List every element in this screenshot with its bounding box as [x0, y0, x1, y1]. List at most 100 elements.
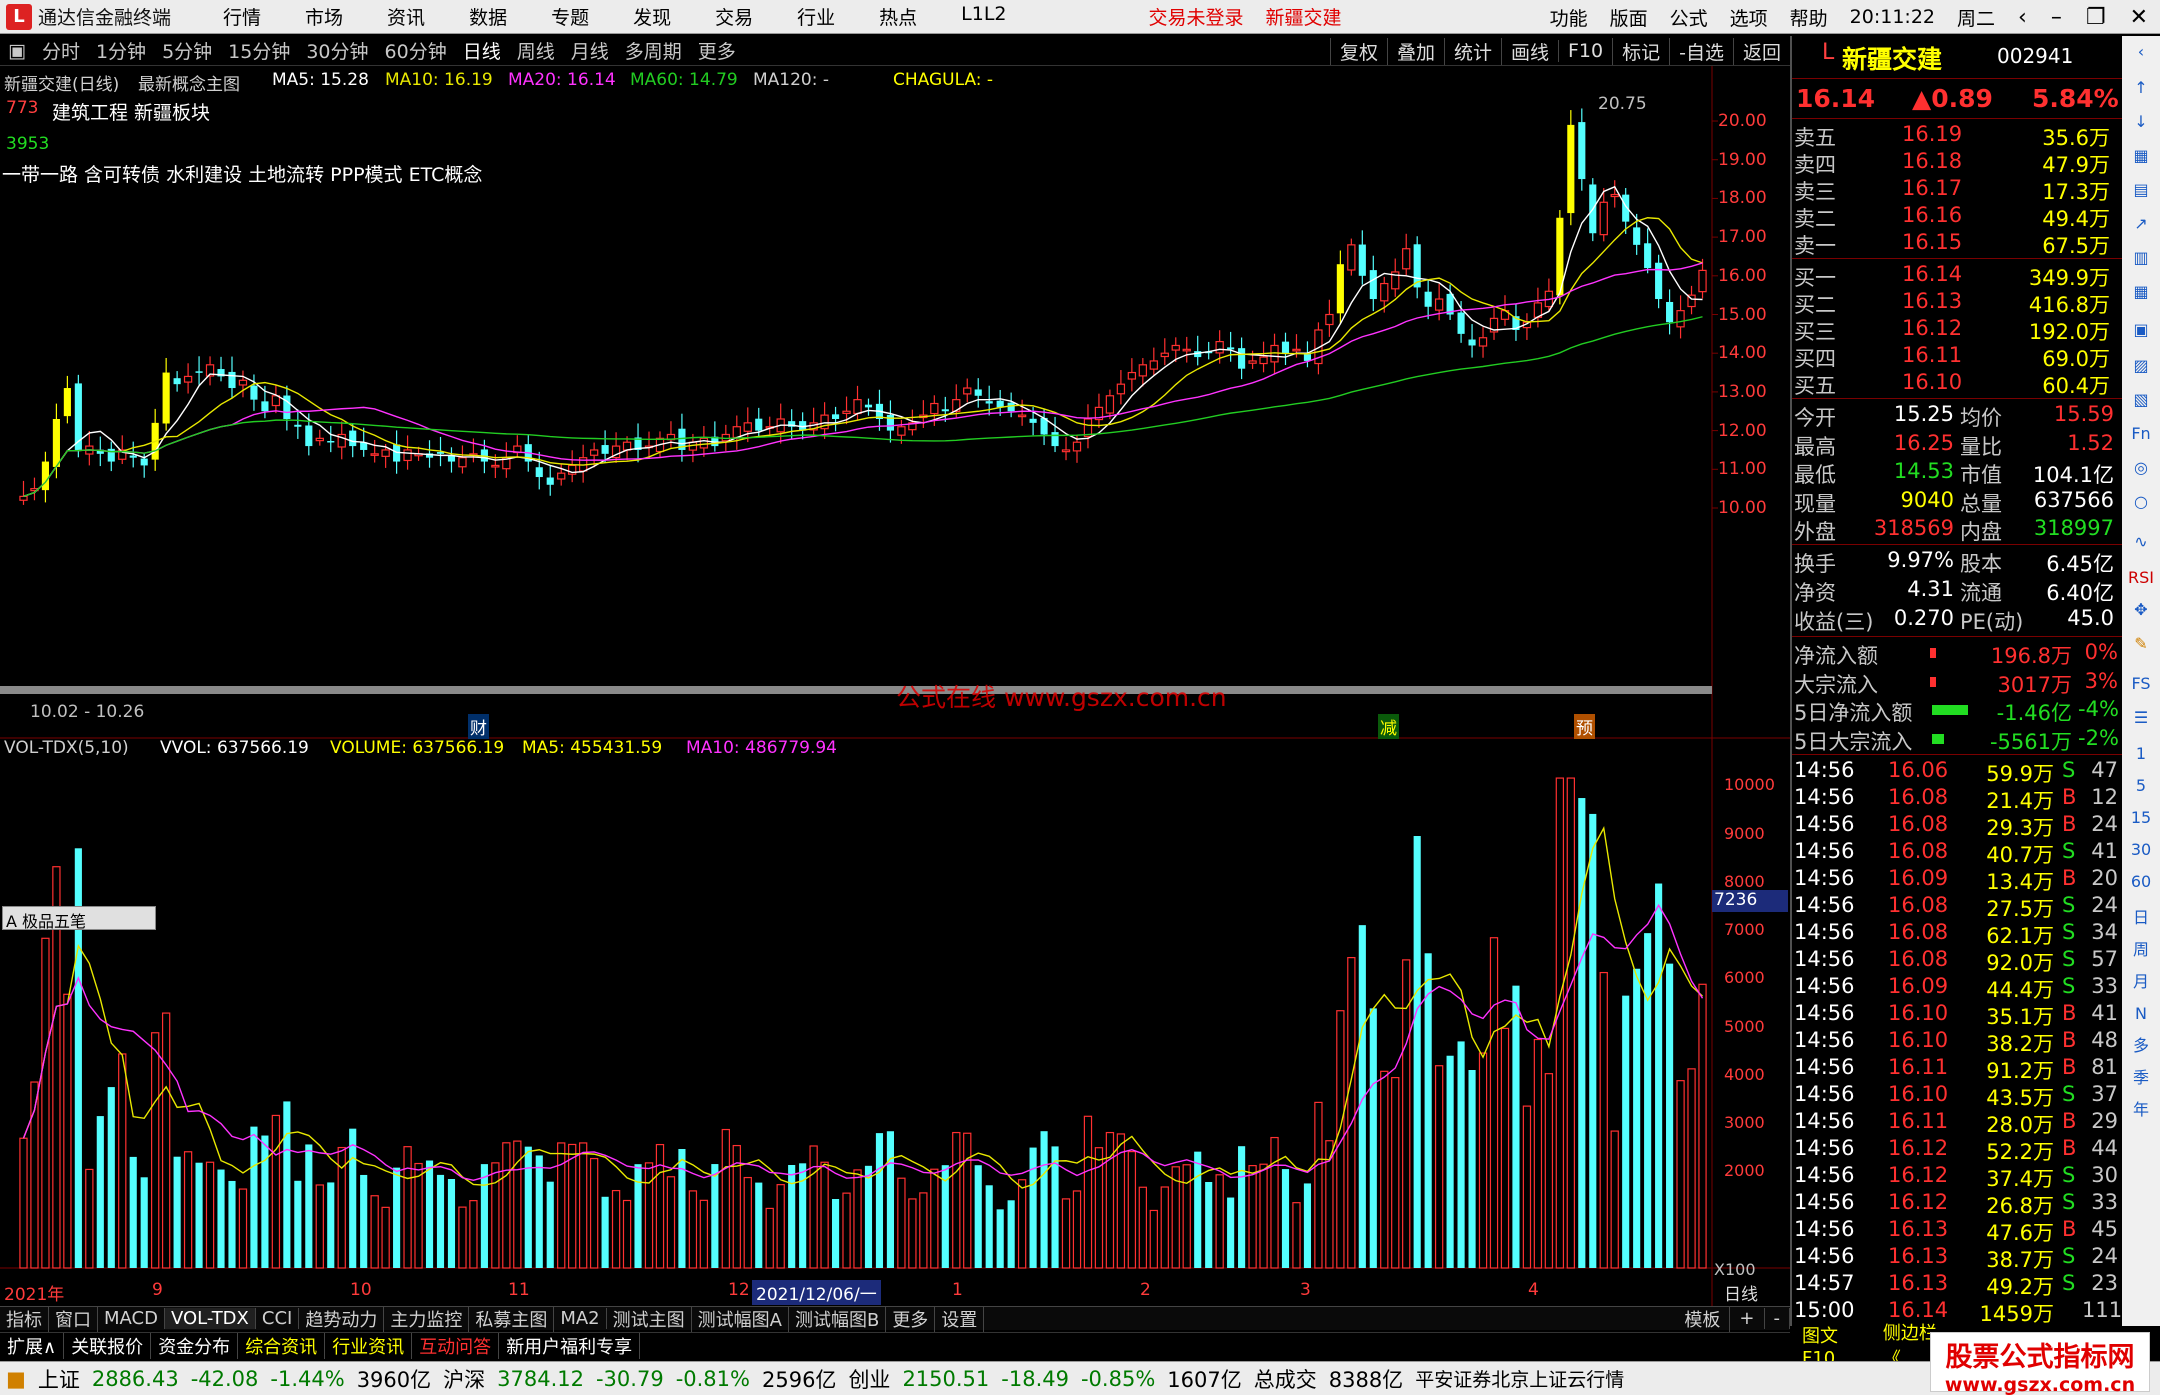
table-icon[interactable]: ▦ — [2128, 280, 2154, 304]
sh-label[interactable]: 上证 — [38, 1364, 80, 1394]
indicator-tab[interactable]: MACD — [98, 1308, 165, 1329]
period-n-icon[interactable]: N — [2128, 1002, 2154, 1026]
indicator-tab[interactable]: 测试幅图B — [789, 1305, 887, 1332]
circle-icon[interactable]: ○ — [2128, 490, 2154, 514]
chart-svg[interactable] — [0, 66, 1790, 1306]
tick-row[interactable]: 14:56 16.13 38.7万 S 24 — [1792, 1244, 2122, 1272]
indicator-tab[interactable]: 设置 — [935, 1305, 985, 1332]
back-icon[interactable]: ‹ — [2006, 5, 2039, 30]
up-arrow-icon[interactable]: ↑ — [2128, 76, 2154, 100]
zoom-icon[interactable]: ▨ — [2128, 354, 2154, 378]
marker-jian[interactable]: 减 — [1378, 714, 1399, 739]
tick-row[interactable]: 14:56 16.13 47.6万 B 45 — [1792, 1217, 2122, 1245]
tick-row[interactable]: 14:56 16.08 40.7万 S 41 — [1792, 839, 2122, 867]
period-multi-icon[interactable]: 多 — [2128, 1034, 2154, 1058]
stat-row[interactable]: 今开 15.25 均价 15.59 — [1792, 402, 2122, 430]
chart-icon[interactable]: ↗ — [2128, 212, 2154, 236]
ask-row[interactable]: 卖四 16.18 47.9万 — [1792, 149, 2122, 177]
tick-row[interactable]: 14:56 16.08 92.0万 S 57 — [1792, 947, 2122, 975]
tf-60min[interactable]: 60分钟 — [377, 37, 455, 64]
btn-tongji[interactable]: 统计 — [1443, 37, 1501, 65]
btn-biaoji[interactable]: 标记 — [1612, 37, 1669, 65]
stat-row[interactable]: 现量 9040 总量 637566 — [1792, 488, 2122, 516]
login-status[interactable]: 交易未登录 — [1149, 3, 1244, 30]
period-1-icon[interactable]: 1 — [2128, 742, 2154, 766]
stat-row[interactable]: 最高 16.25 量比 1.52 — [1792, 431, 2122, 459]
btn-f10[interactable]: F10 — [1558, 40, 1612, 62]
btn-zixuan[interactable]: -自选 — [1669, 37, 1733, 65]
collapse-icon[interactable]: ‹ — [2128, 40, 2154, 64]
menu-redian[interactable]: 热点 — [857, 3, 939, 30]
period-month-icon[interactable]: 月 — [2128, 970, 2154, 994]
info-tab[interactable]: 扩展∧ — [0, 1332, 65, 1359]
tf-5min[interactable]: 5分钟 — [154, 37, 220, 64]
tick-row[interactable]: 14:56 16.11 91.2万 B 81 — [1792, 1055, 2122, 1083]
kline-chart-area[interactable]: 新疆交建(日线) 最新概念主图 MA5: 15.28 MA10: 16.19 M… — [0, 66, 1790, 1306]
menu-zixun[interactable]: 资讯 — [365, 3, 447, 30]
indicator-tab[interactable]: CCI — [256, 1308, 300, 1329]
period-60-icon[interactable]: 60 — [2128, 870, 2154, 894]
stat-row[interactable]: 净资 4.31 流通 6.40亿 — [1792, 577, 2122, 605]
move-icon[interactable]: ✥ — [2128, 598, 2154, 622]
bid-row[interactable]: 买一 16.14 349.9万 — [1792, 262, 2122, 290]
rsi-icon[interactable]: RSI — [2128, 566, 2154, 590]
bars-icon[interactable]: ▥ — [2128, 246, 2154, 270]
info-tab[interactable]: 资金分布 — [151, 1332, 239, 1359]
indicator-tab[interactable]: 指标 — [0, 1305, 49, 1332]
concept-list[interactable]: 一带一路 含可转债 水利建设 土地流转 PPP模式 ETC概念 — [2, 160, 482, 187]
info-tab[interactable]: 互动问答 — [412, 1332, 500, 1359]
cy-label[interactable]: 创业 — [848, 1364, 890, 1394]
minimize-icon[interactable]: – — [2039, 5, 2074, 30]
book-icon[interactable]: ▧ — [2128, 388, 2154, 412]
ask-row[interactable]: 卖二 16.16 49.4万 — [1792, 203, 2122, 231]
btn-fanhui[interactable]: 返回 — [1732, 37, 1790, 65]
menu-hangye[interactable]: 行业 — [775, 3, 857, 30]
info-tab[interactable]: 行业资讯 — [325, 1332, 413, 1359]
menu-shichang[interactable]: 市场 — [283, 3, 365, 30]
template-tab[interactable]: - — [1765, 1308, 1790, 1329]
tf-1min[interactable]: 1分钟 — [88, 37, 154, 64]
sidebar-toggle-icon[interactable]: ▣ — [0, 40, 34, 62]
ime-toolbar[interactable]: A 极品五笔 — [2, 906, 156, 931]
restore-icon[interactable]: ❐ — [2074, 5, 2118, 30]
indicator-tab[interactable]: 趋势动力 — [299, 1305, 385, 1332]
template-tab[interactable]: 模板 — [1675, 1305, 1731, 1332]
bid-row[interactable]: 买三 16.12 192.0万 — [1792, 316, 2122, 344]
indicator-tab[interactable]: 测试主图 — [607, 1305, 692, 1332]
menu-shuju[interactable]: 数据 — [447, 3, 529, 30]
tick-row[interactable]: 14:56 16.09 13.4万 B 20 — [1792, 866, 2122, 894]
stat-row[interactable]: 最低 14.53 市值 104.1亿 — [1792, 459, 2122, 487]
tick-row[interactable]: 14:56 16.12 26.8万 S 33 — [1792, 1190, 2122, 1218]
tick-row[interactable]: 14:56 16.10 43.5万 S 37 — [1792, 1082, 2122, 1110]
menu-xuanxiang[interactable]: 选项 — [1719, 4, 1779, 31]
btn-diejia[interactable]: 叠加 — [1386, 37, 1444, 65]
indicator-tab[interactable]: 更多 — [886, 1305, 936, 1332]
fin-icon[interactable]: ▣ — [2128, 318, 2154, 342]
indicator-tab[interactable]: 主力监控 — [384, 1305, 470, 1332]
menu-l1l2[interactable]: L1L2 — [939, 3, 1028, 30]
menu-gongneng[interactable]: 功能 — [1539, 4, 1599, 31]
menu-hangqing[interactable]: 行情 — [201, 3, 283, 30]
tf-weekly[interactable]: 周线 — [509, 37, 563, 64]
tick-row[interactable]: 14:56 16.08 21.4万 B 12 — [1792, 785, 2122, 813]
tick-row[interactable]: 14:56 16.10 35.1万 B 41 — [1792, 1001, 2122, 1029]
tick-row[interactable]: 14:56 16.08 62.1万 S 34 — [1792, 920, 2122, 948]
status-icon[interactable]: ■ — [6, 1367, 26, 1391]
grid-icon[interactable]: ▦ — [2128, 144, 2154, 168]
menu-jiaoyi[interactable]: 交易 — [693, 3, 775, 30]
down-arrow-icon[interactable]: ↓ — [2128, 110, 2154, 134]
info-tab[interactable]: 综合资讯 — [238, 1332, 326, 1359]
stat-row[interactable]: 收益(三) 0.270 PE(动) 45.0 — [1792, 606, 2122, 634]
ask-row[interactable]: 卖一 16.15 67.5万 — [1792, 230, 2122, 258]
bid-row[interactable]: 买二 16.13 416.8万 — [1792, 289, 2122, 317]
bid-row[interactable]: 买五 16.10 60.4万 — [1792, 370, 2122, 398]
wave-icon[interactable]: ∿ — [2128, 530, 2154, 554]
template-tab[interactable]: + — [1730, 1308, 1765, 1329]
indicator-tab[interactable]: 测试幅图A — [692, 1305, 789, 1332]
stat-row[interactable]: 换手 9.97% 股本 6.45亿 — [1792, 548, 2122, 576]
marker-cai[interactable]: 财 — [468, 714, 489, 739]
close-icon[interactable]: ✕ — [2118, 5, 2160, 30]
tick-row[interactable]: 14:56 16.08 27.5万 S 24 — [1792, 893, 2122, 921]
flow-row[interactable]: 净流入额 196.8万 0% — [1792, 640, 2122, 668]
tick-row[interactable]: 14:56 16.12 52.2万 B 44 — [1792, 1136, 2122, 1164]
